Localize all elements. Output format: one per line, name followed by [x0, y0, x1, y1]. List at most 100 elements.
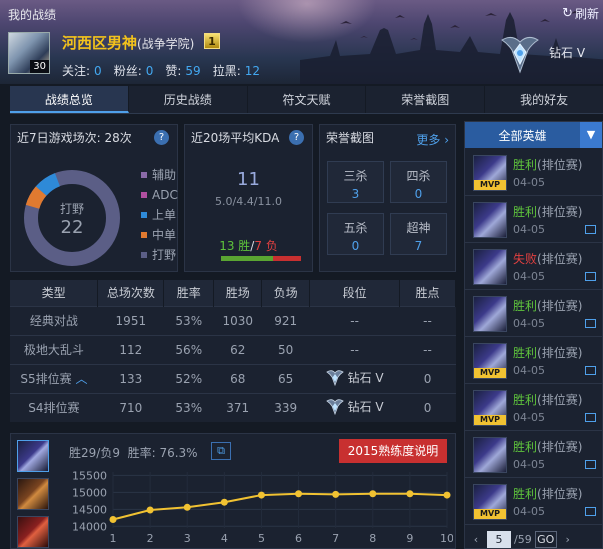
legend-item: 打野	[141, 245, 178, 265]
quadra-kill-box[interactable]: 四杀 0	[390, 161, 447, 203]
share-icon[interactable]	[585, 507, 596, 516]
col-type: 类型	[10, 280, 99, 306]
x-tick-label: 9	[406, 532, 413, 545]
data-point	[295, 490, 303, 498]
proficiency-stats: 胜29/负9 胜率: 76.3%	[69, 446, 198, 460]
data-point	[109, 516, 117, 524]
match-date: 04-05	[513, 176, 545, 189]
champion-thumb[interactable]	[17, 478, 49, 510]
help-icon[interactable]: ?	[154, 130, 169, 145]
more-link[interactable]: 更多 ›	[416, 131, 449, 148]
avatar[interactable]: 30	[8, 32, 50, 74]
tab-runes[interactable]: 符文天赋	[248, 86, 367, 113]
expand-icon[interactable]: ︿	[75, 372, 87, 386]
match-item[interactable]: 失败(排位赛) 04-05	[465, 243, 603, 290]
match-date: 04-05	[513, 458, 545, 471]
data-point	[443, 491, 451, 499]
table-header-row: 类型 总场次数 胜率 胜场 负场 段位 胜点	[10, 280, 456, 306]
help-icon[interactable]: ?	[289, 130, 304, 145]
match-item[interactable]: 胜利(排位赛) 04-05	[465, 431, 603, 478]
match-item[interactable]: MVP 胜利(排位赛) 04-05	[465, 337, 603, 384]
likes-stat[interactable]: 赞: 59	[165, 62, 200, 79]
data-point	[332, 490, 340, 498]
champion-thumb	[473, 249, 507, 285]
y-tick-label: 14000	[72, 520, 107, 533]
match-date: 04-05	[513, 505, 545, 518]
win-loss-text: 13 胜/7 负	[219, 239, 278, 253]
y-tick-label: 14500	[72, 503, 107, 516]
share-icon[interactable]	[585, 225, 596, 234]
page-title: 我的战绩	[8, 8, 57, 22]
prev-page-button[interactable]: ‹	[468, 532, 484, 548]
diamond-tier-icon	[501, 36, 539, 74]
hero-selector[interactable]: 全部英雄 ▼	[465, 122, 602, 148]
tab-overview[interactable]: 战绩总览	[10, 86, 129, 113]
fans-stat[interactable]: 粉丝: 0	[114, 62, 154, 79]
stats-table: 类型 总场次数 胜率 胜场 负场 段位 胜点 经典对战 1951 53% 1030 …	[10, 280, 456, 422]
match-item[interactable]: 胜利(排位赛) 04-05	[465, 196, 603, 243]
champion-thumb	[473, 437, 507, 473]
match-date: 04-05	[513, 270, 545, 283]
blacklist-stat[interactable]: 拉黑: 12	[213, 62, 260, 79]
share-icon[interactable]	[585, 272, 596, 281]
pager: ‹ 5 /59 GO ›	[464, 530, 603, 549]
header: 我的战绩 ↻ 刷新 30 河西区男神 (战争学院) 1 关注: 0 粉丝: 0 赞:…	[0, 0, 603, 84]
data-point	[183, 503, 191, 511]
table-row[interactable]: 经典对战 1951 53% 1030 921 -- --	[10, 305, 456, 335]
share-icon[interactable]	[585, 366, 596, 375]
honor-panel: 荣誉截图 更多 › 三杀 3 四杀 0 五杀 0 超神 7	[319, 124, 456, 272]
diamond-tier-icon	[325, 370, 344, 386]
match-item[interactable]: MVP 胜利(排位赛) 04-05	[465, 384, 603, 431]
table-row[interactable]: 极地大乱斗 112 56% 62 50 -- --	[10, 334, 456, 364]
match-item[interactable]: 胜利(排位赛) 04-05	[465, 290, 603, 337]
kda-detail: 5.0/4.4/11.0	[215, 195, 282, 208]
match-date: 04-05	[513, 411, 545, 424]
col-losses: 负场	[261, 280, 311, 306]
match-item[interactable]: MVP 胜利(排位赛) 04-05	[465, 149, 603, 196]
x-tick-label: 6	[295, 532, 302, 545]
mvp-badge: MVP	[474, 415, 506, 425]
chevron-right-icon: ›	[444, 133, 449, 147]
proficiency-panel: 胜29/负9 胜率: 76.3% ⧉ 2015熟练度说明 14000 14500 1…	[10, 433, 456, 549]
tier-label: 钻石 V	[549, 46, 586, 60]
y-tick-label: 15000	[72, 486, 107, 499]
current-page-input[interactable]: 5	[487, 531, 511, 548]
hero-selector-label: 全部英雄	[498, 128, 547, 143]
champion-thumb[interactable]	[17, 516, 49, 548]
recent-games-panel: 近7日游戏场次: 28次 ? 打野 22 辅助 ADC 上单 中单 打野	[10, 124, 178, 272]
legend-item: 上单	[141, 205, 178, 225]
go-button[interactable]: GO	[534, 531, 557, 548]
role-legend: 辅助 ADC 上单 中单 打野	[141, 165, 178, 265]
proficiency-info-button[interactable]: 2015熟练度说明	[339, 439, 447, 463]
share-icon[interactable]	[585, 413, 596, 422]
level-badge: 30	[30, 60, 49, 73]
mvp-badge: MVP	[474, 509, 506, 519]
triple-kill-box[interactable]: 三杀 3	[327, 161, 384, 203]
next-page-button[interactable]: ›	[560, 532, 576, 548]
tab-history[interactable]: 历史战绩	[129, 86, 248, 113]
match-result: 胜利(排位赛)	[513, 205, 583, 219]
legend-item: 辅助	[141, 165, 178, 185]
refresh-button[interactable]: ↻ 刷新	[562, 5, 599, 22]
penta-kill-box[interactable]: 五杀 0	[327, 213, 384, 255]
series-line	[112, 492, 448, 521]
data-point	[369, 490, 377, 498]
match-item[interactable]: MVP 胜利(排位赛) 04-05	[465, 478, 603, 525]
copy-icon[interactable]: ⧉	[211, 442, 231, 460]
match-date: 04-05	[513, 364, 545, 377]
tab-friends[interactable]: 我的好友	[485, 86, 603, 113]
recent-games-title: 近7日游戏场次: 28次	[17, 131, 132, 145]
legendary-box[interactable]: 超神 7	[390, 213, 447, 255]
share-icon[interactable]	[585, 319, 596, 328]
player-name[interactable]: 河西区男神	[62, 32, 137, 53]
champion-thumb[interactable]	[17, 440, 49, 472]
tab-honor[interactable]: 荣誉截图	[366, 86, 486, 113]
share-icon[interactable]	[585, 460, 596, 469]
chevron-down-icon[interactable]: ▼	[580, 122, 602, 148]
table-row[interactable]: S4排位赛 710 53% 371 339 钻石 V 0	[10, 392, 456, 422]
follow-stat[interactable]: 关注: 0	[62, 62, 102, 79]
table-row[interactable]: S5排位赛 ︿ 133 52% 68 65 钻石 V 0	[10, 363, 456, 393]
match-result: 失败(排位赛)	[513, 252, 583, 266]
social-stats: 关注: 0 粉丝: 0 赞: 59 拉黑: 12	[62, 62, 260, 79]
main-tabs: 战绩总览 历史战绩 符文天赋 荣誉截图 我的好友	[10, 86, 603, 114]
